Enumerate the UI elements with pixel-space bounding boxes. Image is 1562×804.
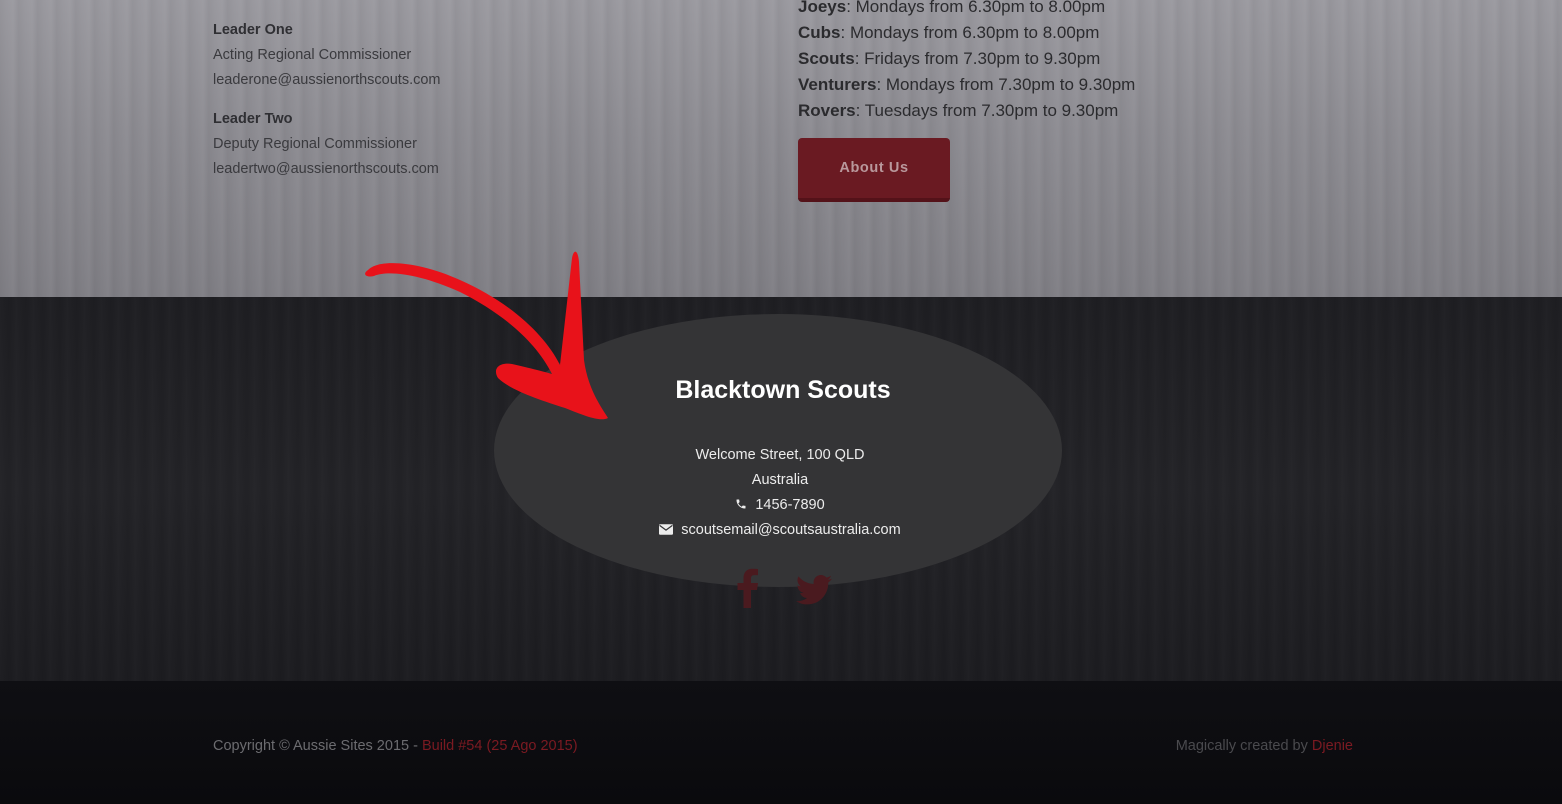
facebook-link[interactable]: [736, 568, 760, 613]
leader-card: Leader Two Deputy Regional Commissioner …: [213, 107, 441, 182]
meeting-group: Scouts: [798, 49, 855, 68]
address-line: Welcome Street, 100 QLD: [695, 447, 865, 463]
leader-role: Deputy Regional Commissioner: [213, 136, 417, 152]
facebook-icon: [737, 568, 758, 608]
meeting-group: Cubs: [798, 23, 841, 42]
copyright-text: Copyright © Aussie Sites 2015 -: [213, 738, 422, 754]
meeting-time: : Mondays from 6.30pm to 8.00pm: [846, 0, 1106, 16]
copyright: Copyright © Aussie Sites 2015 - Build #5…: [213, 738, 578, 754]
meeting-time: : Mondays from 6.30pm to 8.00pm: [840, 23, 1100, 42]
leader-email[interactable]: leaderone@aussienorthscouts.com: [213, 68, 441, 93]
credit-link[interactable]: Djenie: [1312, 738, 1353, 754]
meeting-row: Cubs: Mondays from 6.30pm to 8.00pm: [798, 20, 1135, 46]
leaders-list: Leader One Acting Regional Commissioner …: [213, 18, 441, 196]
leader-name: Leader Two: [213, 111, 293, 127]
meeting-group: Rovers: [798, 101, 856, 120]
phone-icon: [736, 499, 746, 509]
phone-contact[interactable]: 1456-7890: [530, 495, 1030, 515]
meeting-row: Rovers: Tuesdays from 7.30pm to 9.30pm: [798, 98, 1135, 124]
about-us-button[interactable]: About Us: [798, 138, 950, 202]
meeting-row: Scouts: Fridays from 7.30pm to 9.30pm: [798, 46, 1135, 72]
leader-email[interactable]: leadertwo@aussienorthscouts.com: [213, 157, 441, 182]
email-contact[interactable]: scoutsemail@scoutsaustralia.com: [530, 520, 1030, 540]
meeting-group: Venturers: [798, 75, 877, 94]
meeting-time: : Mondays from 7.30pm to 9.30pm: [876, 75, 1136, 94]
twitter-icon: [796, 575, 832, 605]
leader-role: Acting Regional Commissioner: [213, 47, 412, 63]
meeting-group: Joeys: [798, 0, 847, 16]
credit-text: Magically created by: [1175, 738, 1312, 754]
email-address: scoutsemail@scoutsaustralia.com: [681, 522, 901, 538]
twitter-link[interactable]: [796, 575, 832, 610]
phone-number: 1456-7890: [755, 497, 825, 513]
credit: Magically created by Djenie: [1176, 738, 1353, 754]
address-country: Australia: [751, 472, 809, 488]
leader-card: Leader One Acting Regional Commissioner …: [213, 18, 441, 93]
meeting-time: : Tuesdays from 7.30pm to 9.30pm: [855, 101, 1119, 120]
meeting-row: Joeys: Mondays from 6.30pm to 8.00pm: [798, 0, 1135, 20]
envelope-icon: [659, 524, 674, 535]
organization-title: Blacktown Scouts: [675, 376, 891, 404]
leader-name: Leader One: [213, 22, 293, 38]
meeting-row: Venturers: Mondays from 7.30pm to 9.30pm: [798, 72, 1135, 98]
meeting-times: Joeys: Mondays from 6.30pm to 8.00pm Cub…: [798, 0, 1135, 124]
red-arrow-annotation: [365, 251, 608, 420]
meeting-time: : Fridays from 7.30pm to 9.30pm: [854, 49, 1101, 68]
build-link[interactable]: Build #54 (25 Ago 2015): [422, 738, 578, 754]
